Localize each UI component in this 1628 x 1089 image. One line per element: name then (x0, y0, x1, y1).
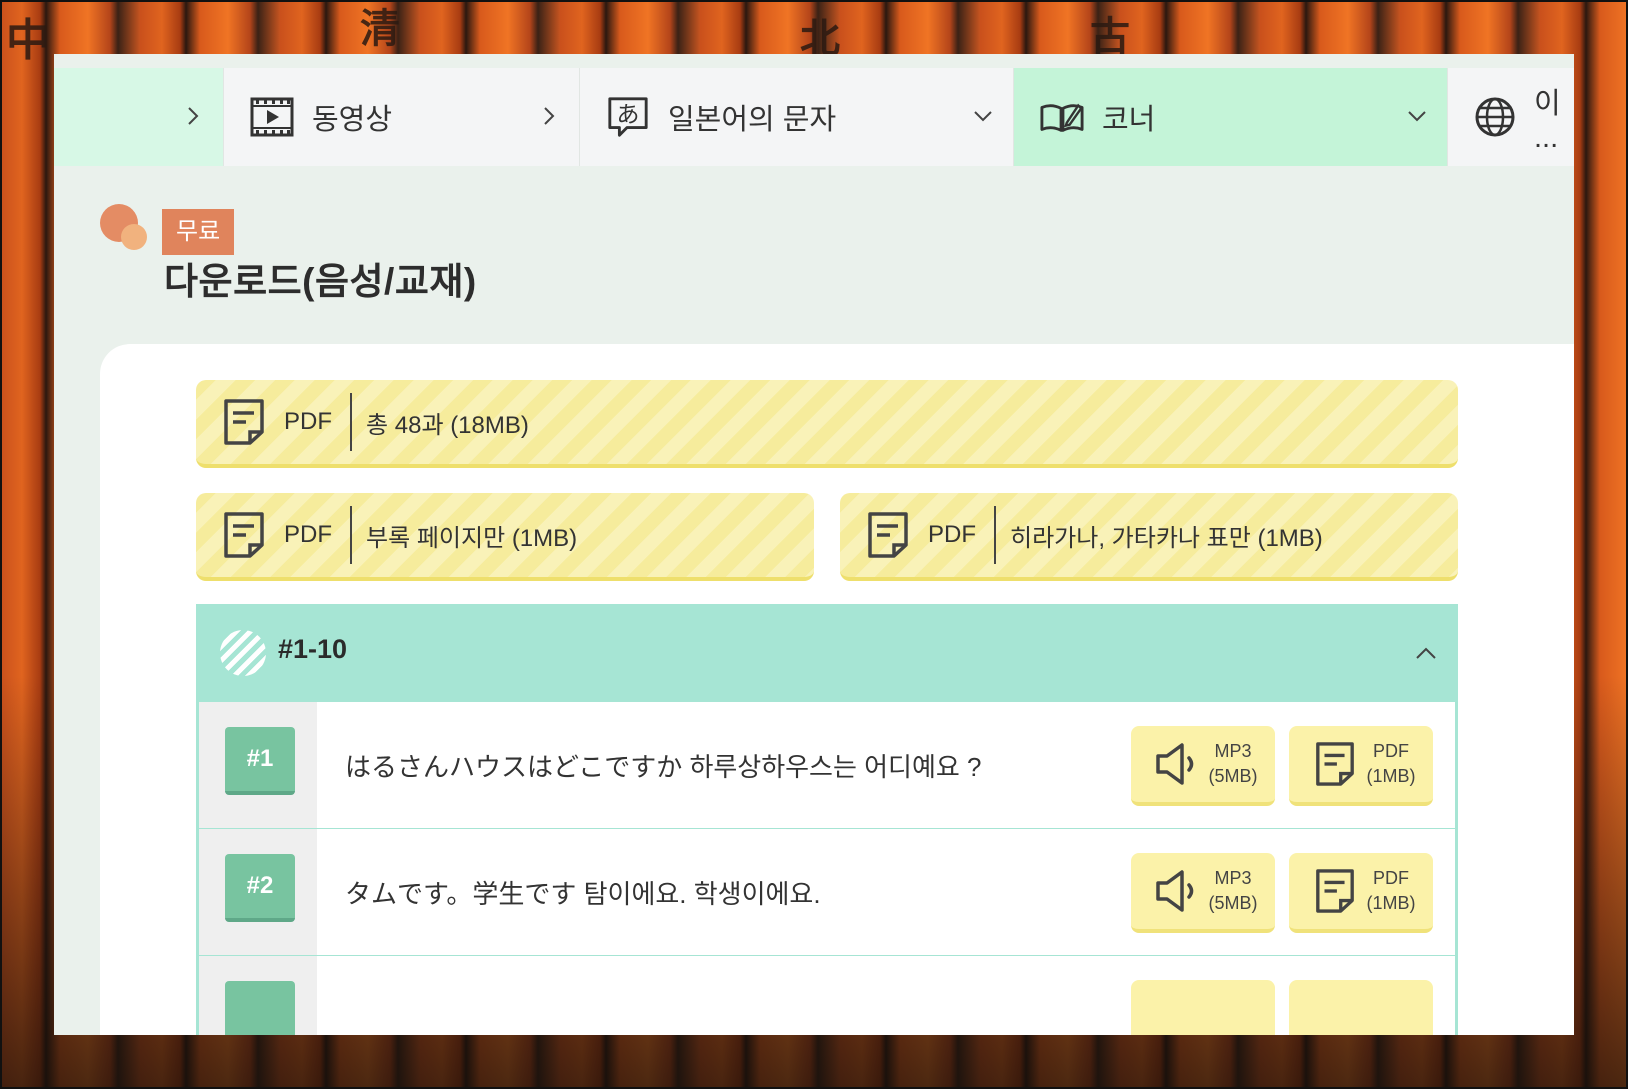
film-icon (250, 95, 294, 139)
file-size: (5MB) (1208, 893, 1258, 913)
speaker-icon (1153, 867, 1201, 915)
document-icon (1311, 740, 1359, 788)
page-title: 다운로드(음성/교재) (164, 261, 477, 302)
file-format: MP3 (1214, 868, 1252, 888)
pdf-download-button[interactable]: PDF (1MB) (1289, 853, 1433, 933)
nav-item-japanese-characters[interactable]: あ 일본어의 문자 (580, 68, 1014, 166)
accordion-body: #1 はるさんハウスはどこですか 하루상하우스는 어디예요 ? MP3 (5MB)… (196, 702, 1458, 1035)
divider (350, 506, 352, 564)
chevron-right-icon (537, 104, 561, 128)
striped-circle-icon (220, 630, 266, 676)
divider (350, 393, 352, 451)
file-format: PDF (1373, 741, 1409, 761)
accordion-title: #1-10 (278, 634, 348, 664)
page-window: 동영상 あ 일본어의 문자 코너 이 ... 무료 다운로드(음성/교재) PD… (54, 54, 1574, 1035)
nav-item-label: 동영상 (312, 104, 393, 136)
download-type: PDF (928, 521, 976, 548)
globe-icon (1474, 95, 1516, 139)
svg-text:あ: あ (617, 102, 640, 128)
lesson-row: #2 タムです。学生です 탐이에요. 학생이에요. MP3 (5MB) PDF (1… (199, 829, 1455, 958)
lesson-number-badge: #2 (225, 854, 295, 922)
nav-item-language[interactable]: 이 ... (1448, 68, 1574, 166)
hiragana-a-icon: あ (606, 95, 650, 139)
download-description: 부록 페이지만 (1MB) (366, 524, 578, 552)
nav-item-label: 이 ... (1534, 87, 1561, 154)
mp3-download-button[interactable]: MP3 (5MB) (1131, 726, 1275, 806)
divider (994, 506, 996, 564)
lesson-title: はるさんハウスはどこですか 하루상하우스는 어디예요 ? (345, 752, 982, 782)
chevron-down-icon (1405, 104, 1429, 128)
file-format: PDF (1373, 868, 1409, 888)
nav-item-video[interactable]: 동영상 (224, 68, 580, 166)
document-icon (1311, 867, 1359, 915)
lesson-accordion: #1-10 #1 はるさんハウスはどこですか 하루상하우스는 어디예요 ? MP… (196, 604, 1458, 1035)
download-type: PDF (284, 408, 332, 435)
decorative-dot (121, 224, 147, 250)
lesson-title: タムです。学生です 탐이에요. 학생이에요. (345, 879, 821, 909)
free-badge: 무료 (162, 209, 235, 255)
download-pdf-all[interactable]: PDF 총 48과 (18MB) (196, 380, 1458, 468)
file-size: (1MB) (1366, 893, 1416, 913)
nav-item-corner[interactable]: 코너 (1014, 68, 1448, 166)
open-book-icon (1040, 95, 1084, 139)
speaker-icon (1153, 740, 1201, 788)
pdf-label: PDF (1MB) (1363, 739, 1419, 789)
mp3-label: MP3 (5MB) (1205, 866, 1261, 916)
pdf-download-button[interactable]: PDF (1MB) (1289, 726, 1433, 806)
nav-item-label: 일본어의 문자 (668, 104, 837, 136)
mp3-download-button[interactable]: MP3 (5MB) (1131, 853, 1275, 933)
accordion-header[interactable]: #1-10 (196, 604, 1458, 702)
document-icon (864, 511, 912, 559)
download-pdf-kana-table[interactable]: PDF 히라가나, 가타카나 표만 (1MB) (840, 493, 1458, 581)
pdf-label: PDF (1MB) (1363, 866, 1419, 916)
mp3-download-button[interactable] (1131, 980, 1275, 1035)
background-lettering: 中 (6, 15, 50, 66)
chevron-up-icon[interactable] (1412, 640, 1440, 668)
download-description: 총 48과 (18MB) (366, 411, 529, 439)
download-pdf-appendix[interactable]: PDF 부록 페이지만 (1MB) (196, 493, 814, 581)
lesson-row (199, 956, 1455, 1035)
download-description: 히라가나, 가타카나 표만 (1MB) (1010, 524, 1323, 552)
document-icon (220, 511, 268, 559)
top-nav: 동영상 あ 일본어의 문자 코너 이 ... (54, 68, 1574, 166)
lesson-number-badge: #1 (225, 727, 295, 795)
lesson-row: #1 はるさんハウスはどこですか 하루상하우스는 어디예요 ? MP3 (5MB)… (199, 702, 1455, 831)
download-type: PDF (284, 521, 332, 548)
chevron-down-icon (971, 104, 995, 128)
chevron-right-icon (181, 104, 205, 128)
nav-item-label: 코너 (1102, 104, 1156, 136)
document-icon (220, 398, 268, 446)
nav-item-prev[interactable] (54, 68, 224, 166)
lesson-number-badge (225, 981, 295, 1035)
file-size: (5MB) (1208, 766, 1258, 786)
file-size: (1MB) (1366, 766, 1416, 786)
mp3-label: MP3 (5MB) (1205, 739, 1261, 789)
file-format: MP3 (1214, 741, 1252, 761)
background-lettering: 清 (360, 5, 400, 52)
pdf-download-button[interactable] (1289, 980, 1433, 1035)
